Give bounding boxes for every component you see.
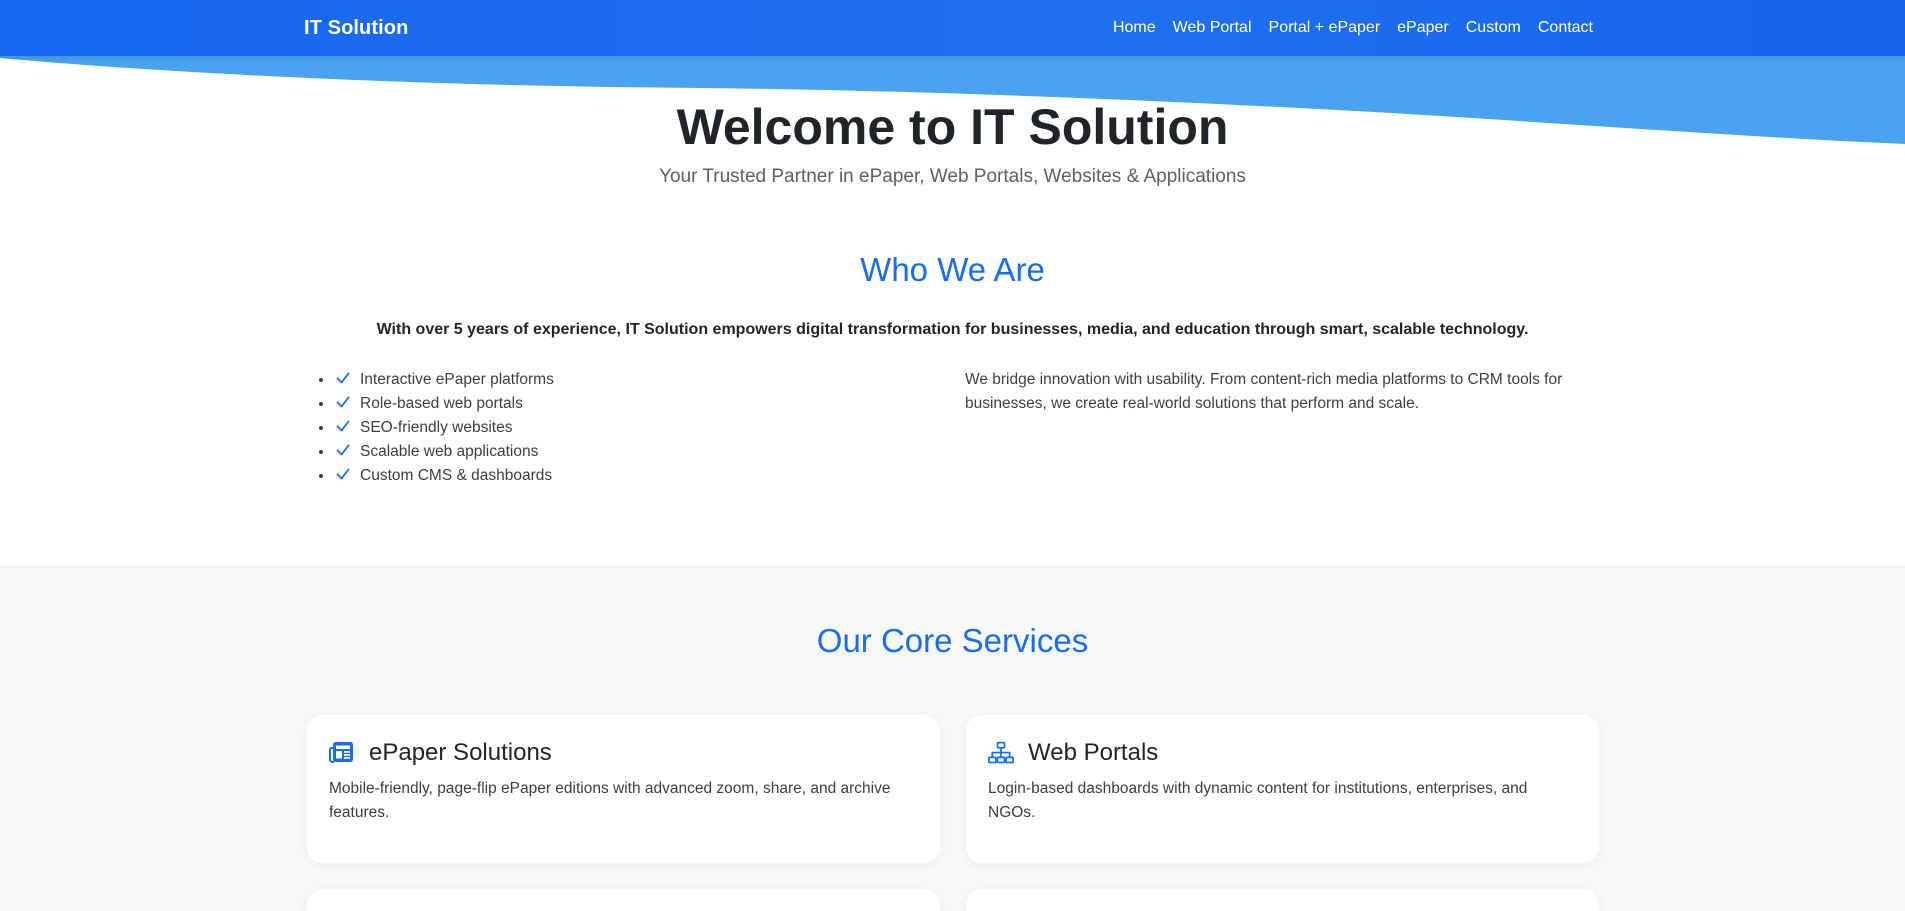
- feature-list: Interactive ePaper platforms Role-based …: [316, 368, 554, 488]
- feature-item: SEO-friendly websites: [334, 416, 554, 440]
- top-navbar: IT Solution Home Web Portal Portal + ePa…: [0, 0, 1905, 56]
- services-section: [0, 565, 1905, 911]
- service-card[interactable]: [966, 889, 1599, 911]
- check-icon: [336, 420, 350, 432]
- service-card-epaper[interactable]: ePaper Solutions Mobile-friendly, page-f…: [307, 715, 940, 863]
- newspaper-icon: [329, 742, 353, 763]
- card-header: Web Portals: [988, 737, 1577, 769]
- feature-label: Interactive ePaper platforms: [360, 371, 554, 388]
- header-wave-decoration: [0, 56, 1905, 144]
- feature-label: SEO-friendly websites: [360, 419, 513, 436]
- nav-links: Home Web Portal Portal + ePaper ePaper C…: [1096, 19, 1593, 37]
- feature-item: Role-based web portals: [334, 392, 554, 416]
- navbar-container: IT Solution Home Web Portal Portal + ePa…: [304, 0, 1593, 56]
- card-description: Login-based dashboards with dynamic cont…: [988, 780, 1528, 821]
- nav-link-web-portal[interactable]: Web Portal: [1173, 19, 1252, 37]
- service-card[interactable]: [307, 889, 940, 911]
- hero-subtitle: Your Trusted Partner in ePaper, Web Port…: [659, 166, 1246, 187]
- nav-link-epaper[interactable]: ePaper: [1397, 19, 1449, 37]
- feature-item: Interactive ePaper platforms: [334, 368, 554, 392]
- sitemap-icon: [988, 741, 1014, 764]
- nav-link-contact[interactable]: Contact: [1538, 19, 1593, 37]
- feature-item: Custom CMS & dashboards: [334, 464, 554, 488]
- brand-logo-link[interactable]: IT Solution: [304, 17, 408, 40]
- card-header: ePaper Solutions: [329, 737, 918, 769]
- card-title: ePaper Solutions: [369, 739, 552, 766]
- feature-item: Scalable web applications: [334, 440, 554, 464]
- nav-link-home[interactable]: Home: [1113, 19, 1156, 37]
- feature-label: Role-based web portals: [360, 395, 523, 412]
- card-title: Web Portals: [1028, 739, 1159, 766]
- check-icon: [336, 372, 350, 384]
- about-section-title: Who We Are: [860, 251, 1045, 288]
- check-icon: [336, 468, 350, 480]
- nav-link-custom[interactable]: Custom: [1466, 19, 1521, 37]
- service-card-web-portals[interactable]: Web Portals Login-based dashboards with …: [966, 715, 1599, 863]
- services-section-title: Our Core Services: [816, 622, 1089, 659]
- about-description: We bridge innovation with usability. Fro…: [965, 371, 1563, 412]
- nav-link-portal-epaper[interactable]: Portal + ePaper: [1269, 19, 1381, 37]
- about-lead-text: With over 5 years of experience, IT Solu…: [376, 321, 1529, 338]
- card-description: Mobile-friendly, page-flip ePaper editio…: [329, 780, 891, 821]
- check-icon: [336, 396, 350, 408]
- feature-label: Custom CMS & dashboards: [360, 467, 553, 484]
- feature-label: Scalable web applications: [360, 443, 539, 460]
- check-icon: [336, 444, 350, 456]
